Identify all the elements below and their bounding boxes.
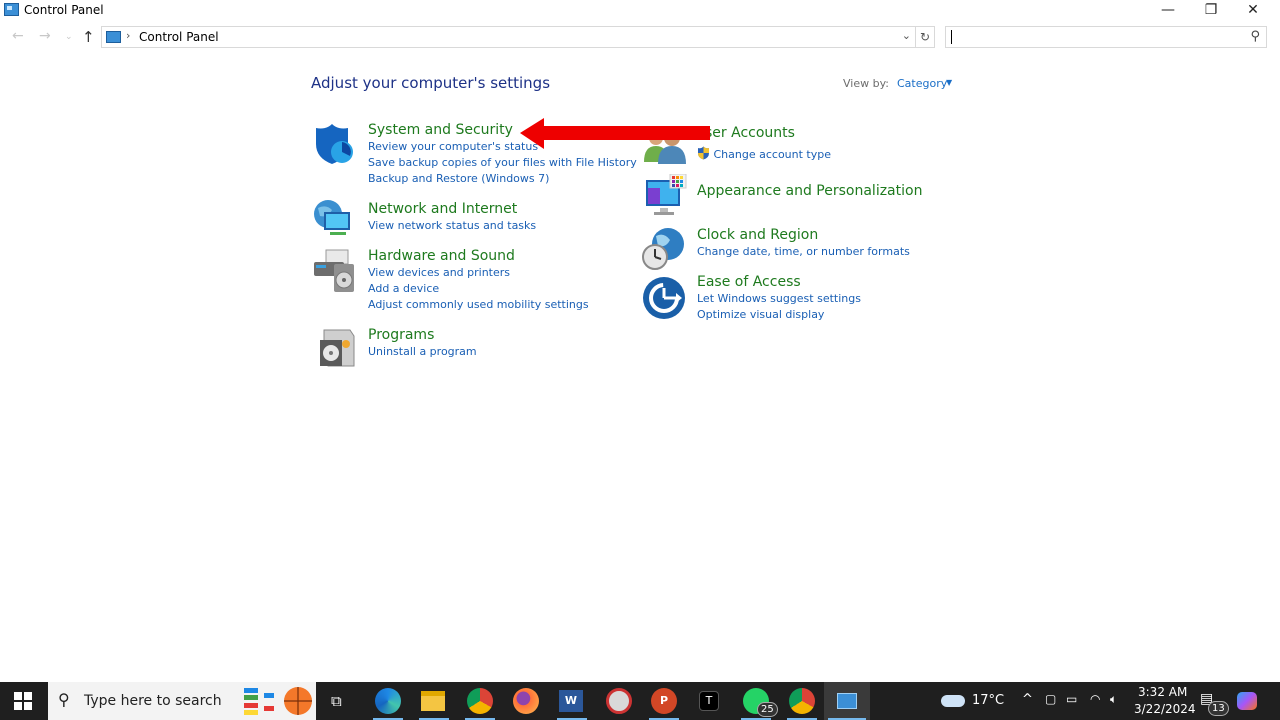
control-panel-window: Control Panel — ❐ ✕ ← → ⌄ ↑ › Control Pa…: [0, 0, 1280, 682]
category-link[interactable]: Uninstall a program: [368, 344, 477, 360]
category-link[interactable]: Optimize visual display: [697, 307, 861, 323]
clock-globe-icon[interactable]: [640, 226, 686, 272]
chevron-down-icon[interactable]: ⌄: [902, 29, 911, 42]
notifications-badge: 13: [1208, 701, 1229, 716]
address-toolbar: ← → ⌄ ↑ › Control Panel ⌄ ↻ ⚲: [0, 26, 1280, 50]
ease-of-access-icon[interactable]: [642, 276, 686, 320]
weather-cloud-icon[interactable]: [941, 695, 965, 707]
programs-icon[interactable]: [316, 326, 356, 368]
category-link[interactable]: Save backup copies of your files with Fi…: [368, 155, 637, 171]
category-link[interactable]: View network status and tasks: [368, 218, 536, 234]
category-link[interactable]: Backup and Restore (Windows 7): [368, 171, 637, 187]
start-button[interactable]: [14, 692, 32, 710]
caret-down-icon[interactable]: ▼: [946, 78, 952, 87]
category-link[interactable]: Let Windows suggest settings: [697, 291, 861, 307]
category-title[interactable]: Network and Internet: [368, 201, 536, 218]
category-link[interactable]: View devices and printers: [368, 265, 589, 281]
terminal-app-icon[interactable]: T: [699, 691, 719, 711]
powerpoint-icon[interactable]: P: [651, 688, 677, 714]
chrome-icon[interactable]: [467, 688, 493, 714]
edge-icon[interactable]: [375, 688, 401, 714]
control-panel-icon: [837, 693, 857, 709]
maximize-button[interactable]: ❐: [1188, 0, 1234, 22]
breadcrumb-separator[interactable]: ›: [126, 29, 130, 42]
window-title: Control Panel: [24, 3, 104, 17]
category-link[interactable]: Change date, time, or number formats: [697, 244, 910, 260]
task-view-icon[interactable]: ⧉: [331, 692, 342, 710]
network-icon[interactable]: [312, 198, 356, 240]
recent-locations-button[interactable]: ⌄: [65, 32, 73, 42]
taskbar-search-box[interactable]: ⚲ Type here to search: [48, 682, 316, 720]
minimize-button[interactable]: —: [1145, 0, 1191, 22]
close-button[interactable]: ✕: [1230, 0, 1276, 22]
red-annotation-arrow: [520, 118, 710, 149]
search-input[interactable]: ⚲: [945, 26, 1267, 48]
firefox-icon[interactable]: [513, 688, 539, 714]
category-title[interactable]: Clock and Region: [697, 227, 910, 244]
breadcrumb[interactable]: Control Panel: [139, 30, 219, 44]
category-title[interactable]: Programs: [368, 327, 477, 344]
category-title[interactable]: Ease of Access: [697, 274, 861, 291]
volume-icon[interactable]: 🔈︎: [1110, 692, 1117, 707]
category-clock-and-region: Clock and Region Change date, time, or n…: [697, 227, 910, 260]
up-button[interactable]: ↑: [82, 28, 95, 46]
category-programs: Programs Uninstall a program: [368, 327, 477, 360]
control-panel-icon: [4, 3, 19, 16]
copilot-icon[interactable]: [1237, 692, 1257, 710]
address-bar[interactable]: › Control Panel ⌄: [101, 26, 916, 48]
refresh-button[interactable]: ↻: [915, 26, 935, 48]
control-panel-taskbar-button[interactable]: [824, 682, 870, 720]
category-title[interactable]: ser Accounts: [705, 125, 831, 142]
monitor-icon[interactable]: [644, 174, 688, 218]
category-title[interactable]: Hardware and Sound: [368, 248, 589, 265]
clock-date[interactable]: 3/22/2024: [1134, 702, 1196, 716]
search-highlight-icon[interactable]: [244, 686, 314, 716]
category-link[interactable]: Adjust commonly used mobility settings: [368, 297, 589, 313]
view-by-label: View by:: [843, 77, 889, 90]
chrome-profile-icon[interactable]: [789, 688, 815, 714]
category-ease-of-access: Ease of Access Let Windows suggest setti…: [697, 274, 861, 323]
search-icon: ⚲: [58, 690, 70, 709]
weather-temperature[interactable]: 17°C: [972, 693, 1004, 708]
whatsapp-badge: 25: [757, 702, 778, 717]
snipping-tool-icon[interactable]: [606, 688, 632, 714]
category-link[interactable]: Add a device: [368, 281, 589, 297]
show-hidden-icons-button[interactable]: ^: [1022, 692, 1033, 707]
search-icon[interactable]: ⚲: [1250, 29, 1260, 44]
change-account-type-link[interactable]: Change account type: [714, 148, 832, 161]
category-title[interactable]: Appearance and Personalization: [697, 183, 922, 200]
file-explorer-icon[interactable]: [421, 691, 445, 711]
back-button[interactable]: ←: [12, 28, 24, 44]
meet-now-icon[interactable]: ▢: [1045, 692, 1056, 706]
control-panel-icon: [106, 31, 121, 43]
category-hardware-and-sound: Hardware and Sound View devices and prin…: [368, 248, 589, 313]
printer-icon[interactable]: [312, 248, 358, 294]
shield-icon[interactable]: [312, 122, 356, 166]
title-bar: Control Panel — ❐ ✕: [0, 0, 1280, 22]
forward-button[interactable]: →: [39, 28, 51, 44]
category-appearance-and-personalization: Appearance and Personalization: [697, 183, 922, 200]
category-network-and-internet: Network and Internet View network status…: [368, 201, 536, 234]
word-icon[interactable]: W: [559, 690, 583, 712]
view-by-dropdown[interactable]: Category: [897, 77, 947, 90]
category-link: Change account type: [697, 146, 831, 163]
category-user-accounts: ser Accounts Change account type: [697, 125, 831, 163]
text-caret: [951, 30, 952, 44]
taskbar: ⚲ Type here to search ⧉ W P T 25 17°C ^ …: [0, 682, 1280, 720]
wifi-icon[interactable]: ◠: [1090, 692, 1100, 706]
clock-time[interactable]: 3:32 AM: [1138, 685, 1187, 699]
page-title: Adjust your computer's settings: [311, 74, 551, 92]
battery-icon[interactable]: ▭: [1066, 692, 1077, 706]
taskbar-search-placeholder: Type here to search: [84, 693, 222, 709]
